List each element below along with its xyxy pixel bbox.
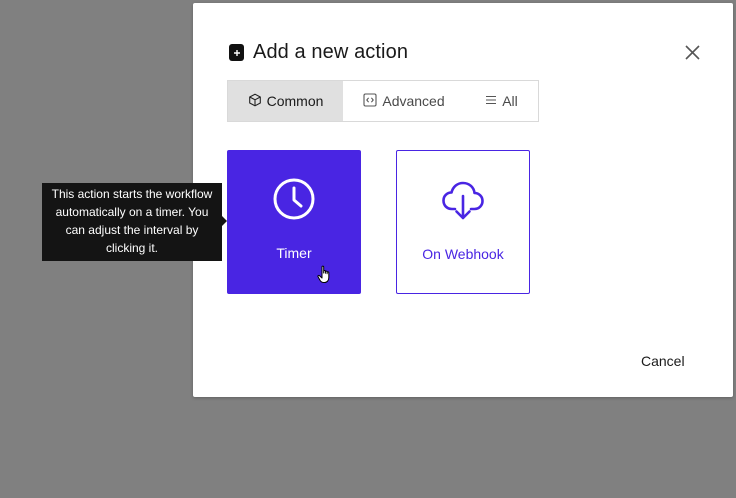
tab-advanced-label: Advanced [382,93,445,109]
tab-advanced[interactable]: Advanced [343,81,465,121]
dialog-header: Add a new action [229,41,408,64]
action-card-timer-label: Timer [276,245,312,261]
code-icon [363,92,377,110]
dialog-title: Add a new action [253,41,409,63]
list-icon [485,93,497,109]
action-card-on-webhook-label: On Webhook [422,246,504,262]
clock-icon [272,177,316,221]
hand-pointer-cursor-icon [317,264,337,286]
tab-all[interactable]: All [465,81,538,121]
plus-square-icon [229,44,244,61]
tab-all-label: All [502,93,518,109]
tab-common-label: Common [266,93,324,109]
cube-icon [248,93,262,110]
cancel-button[interactable]: Cancel [641,353,685,369]
add-action-dialog: Add a new action Common Advanced All Tim… [193,3,733,397]
timer-tooltip: This action starts the workflow automati… [42,183,222,261]
tooltip-arrow [222,216,227,226]
action-card-on-webhook[interactable]: On Webhook [396,150,530,294]
close-icon[interactable] [684,44,701,61]
cloud-download-icon [441,178,485,222]
action-card-timer[interactable]: Timer [227,150,361,294]
action-category-tabs: Common Advanced All [227,80,539,122]
tab-common[interactable]: Common [228,81,343,121]
